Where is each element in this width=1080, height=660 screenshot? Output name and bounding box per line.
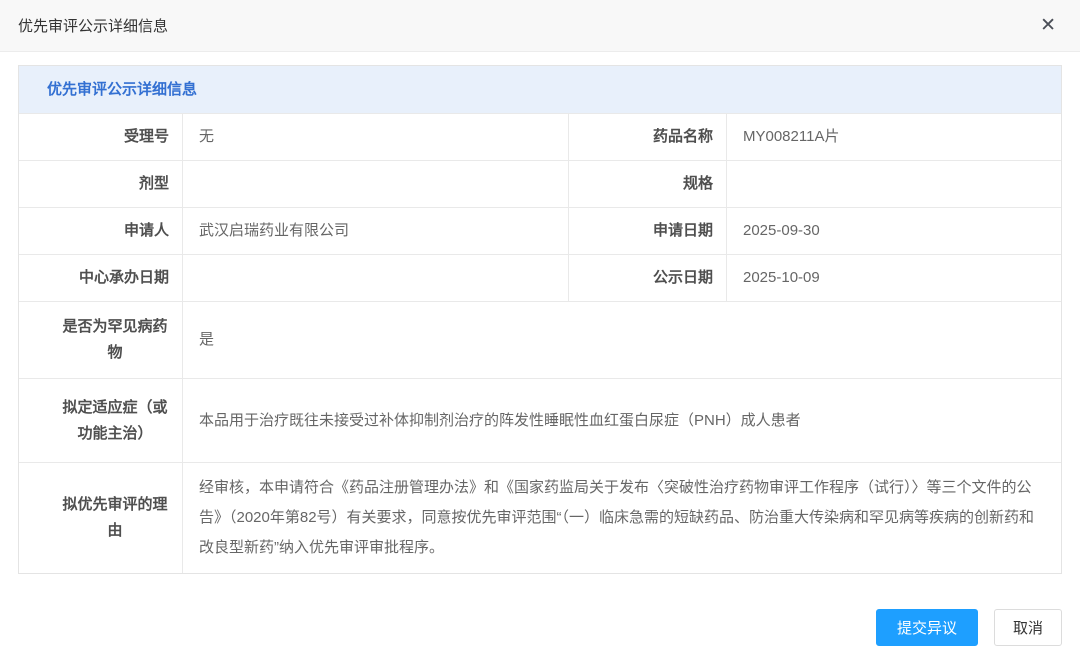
- table-row: 拟优先审评的理由 经审核，本申请符合《药品注册管理办法》和《国家药监局关于发布〈…: [19, 462, 1061, 573]
- value-applicant: 武汉启瑞药业有限公司: [183, 208, 569, 254]
- value-publicity-date: 2025-10-09: [727, 255, 1061, 301]
- value-priority-review-reason: 经审核，本申请符合《药品注册管理办法》和《国家药监局关于发布〈突破性治疗药物审评…: [183, 463, 1061, 573]
- table-row: 拟定适应症（或功能主治） 本品用于治疗既往未接受过补体抑制剂治疗的阵发性睡眠性血…: [19, 378, 1061, 462]
- modal-title: 优先审评公示详细信息: [18, 15, 168, 36]
- submit-objection-button[interactable]: 提交异议: [876, 609, 978, 646]
- label-application-date: 申请日期: [569, 208, 727, 254]
- value-dosage-form: [183, 161, 569, 207]
- value-proposed-indication: 本品用于治疗既往未接受过补体抑制剂治疗的阵发性睡眠性血红蛋白尿症（PNH）成人患…: [183, 379, 1061, 462]
- label-priority-review-reason: 拟优先审评的理由: [19, 463, 183, 573]
- label-drug-name: 药品名称: [569, 114, 727, 160]
- priority-review-detail-modal: 优先审评公示详细信息 ✕ 优先审评公示详细信息 受理号 无 药品名称 MY008…: [0, 0, 1080, 646]
- modal-header: 优先审评公示详细信息 ✕: [0, 0, 1080, 52]
- label-publicity-date: 公示日期: [569, 255, 727, 301]
- label-acceptance-no: 受理号: [19, 114, 183, 160]
- table-row: 是否为罕见病药物 是: [19, 301, 1061, 378]
- value-acceptance-no: 无: [183, 114, 569, 160]
- label-specification: 规格: [569, 161, 727, 207]
- detail-table: 优先审评公示详细信息 受理号 无 药品名称 MY008211A片 剂型 规格 申…: [18, 65, 1062, 574]
- value-drug-name: MY008211A片: [727, 114, 1061, 160]
- label-dosage-form: 剂型: [19, 161, 183, 207]
- value-application-date: 2025-09-30: [727, 208, 1061, 254]
- cancel-button[interactable]: 取消: [994, 609, 1062, 646]
- close-icon[interactable]: ✕: [1036, 12, 1060, 39]
- value-rare-disease-drug: 是: [183, 302, 1061, 378]
- table-row: 受理号 无 药品名称 MY008211A片: [19, 113, 1061, 160]
- label-proposed-indication: 拟定适应症（或功能主治）: [19, 379, 183, 462]
- modal-footer: 提交异议 取消: [0, 609, 1080, 646]
- table-row: 剂型 规格: [19, 160, 1061, 207]
- table-row: 中心承办日期 公示日期 2025-10-09: [19, 254, 1061, 301]
- table-section-title: 优先审评公示详细信息: [19, 66, 1061, 113]
- value-specification: [727, 161, 1061, 207]
- table-row: 申请人 武汉启瑞药业有限公司 申请日期 2025-09-30: [19, 207, 1061, 254]
- value-center-acceptance-date: [183, 255, 569, 301]
- label-rare-disease-drug: 是否为罕见病药物: [19, 302, 183, 378]
- label-applicant: 申请人: [19, 208, 183, 254]
- label-center-acceptance-date: 中心承办日期: [19, 255, 183, 301]
